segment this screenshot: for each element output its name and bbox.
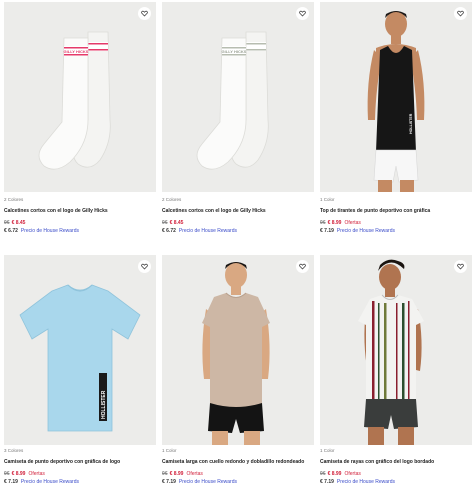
- color-count: 1 Color: [320, 448, 335, 453]
- price-row: 9€ € 8.45: [4, 220, 28, 226]
- member-price-row: € 7.19 Precio de House Rewards: [320, 228, 395, 234]
- color-count: 1 Color: [162, 448, 177, 453]
- wishlist-button[interactable]: [454, 260, 467, 273]
- original-price: 9€: [162, 220, 168, 226]
- member-price-label[interactable]: Precio de House Rewards: [179, 479, 237, 485]
- product-image-long-tee[interactable]: [162, 255, 314, 445]
- member-price-label[interactable]: Precio de House Rewards: [337, 228, 395, 234]
- heart-icon: [141, 263, 148, 270]
- original-price: 9€: [4, 220, 10, 226]
- product-image-tshirt[interactable]: HOLLISTER: [4, 255, 156, 445]
- member-price: € 6.72: [4, 228, 18, 234]
- model-long-tee-image: [162, 255, 314, 445]
- sock-logo-text: GILLY HICKS: [222, 49, 247, 54]
- product-name[interactable]: Calcetines cortos con el logo de Gilly H…: [162, 208, 266, 214]
- product-image-striped-tee[interactable]: [320, 255, 472, 445]
- original-price: 9€: [162, 471, 168, 477]
- price-row: 9€ € 8.99 Ofertas: [320, 220, 361, 226]
- model-tank-top-image: HOLLISTER: [320, 2, 472, 192]
- product-name[interactable]: Top de tirantes de punto deportivo con g…: [320, 208, 430, 214]
- sock-logo-text: GILLY HICKS: [64, 49, 89, 54]
- member-price-label[interactable]: Precio de House Rewards: [179, 228, 237, 234]
- member-price: € 7.19: [320, 479, 334, 485]
- original-price: 9€: [320, 471, 326, 477]
- heart-icon: [457, 10, 464, 17]
- wishlist-button[interactable]: [296, 7, 309, 20]
- product-name[interactable]: Camiseta de rayas con gráfico del logo b…: [320, 459, 434, 465]
- model-striped-tee-image: [320, 255, 472, 445]
- member-price-row: € 6.72 Precio de House Rewards: [162, 228, 237, 234]
- product-name[interactable]: Camiseta larga con cuello redondo y dobl…: [162, 459, 304, 465]
- member-price: € 7.19: [162, 479, 176, 485]
- sale-price: € 8.99: [327, 471, 342, 477]
- member-price: € 6.72: [162, 228, 176, 234]
- sale-price: € 8.99: [11, 471, 26, 477]
- socks-image: GILLY HICKS: [4, 2, 156, 192]
- product-image-socks-grey[interactable]: GILLY HICKS: [162, 2, 314, 192]
- original-price: 9€: [4, 471, 10, 477]
- product-image-socks-pink[interactable]: GILLY HICKS: [4, 2, 156, 192]
- sale-price: € 8.99: [327, 220, 342, 226]
- product-name[interactable]: Calcetines cortos con el logo de Gilly H…: [4, 208, 108, 214]
- member-price: € 7.19: [4, 479, 18, 485]
- color-count: 1 Color: [320, 197, 335, 202]
- tshirt-logo-text: HOLLISTER: [101, 390, 107, 419]
- offer-label[interactable]: Ofertas: [28, 471, 44, 477]
- price-row: 9€ € 8.45: [162, 220, 186, 226]
- tank-logo-text: HOLLISTER: [409, 113, 413, 134]
- heart-icon: [299, 263, 306, 270]
- heart-icon: [299, 10, 306, 17]
- wishlist-button[interactable]: [296, 260, 309, 273]
- socks-image: GILLY HICKS: [162, 2, 314, 192]
- offer-label[interactable]: Ofertas: [344, 471, 360, 477]
- offer-label[interactable]: Ofertas: [186, 471, 202, 477]
- price-row: 9€ € 8.99 Ofertas: [4, 471, 45, 477]
- sale-price: € 8.45: [169, 220, 184, 226]
- member-price-row: € 7.19 Precio de House Rewards: [4, 479, 79, 485]
- wishlist-button[interactable]: [138, 7, 151, 20]
- member-price-label[interactable]: Precio de House Rewards: [337, 479, 395, 485]
- sale-price: € 8.45: [11, 220, 26, 226]
- offer-label[interactable]: Ofertas: [344, 220, 360, 226]
- member-price-row: € 7.19 Precio de House Rewards: [320, 479, 395, 485]
- member-price-label[interactable]: Precio de House Rewards: [21, 479, 79, 485]
- price-row: 9€ € 8.99 Ofertas: [162, 471, 203, 477]
- member-price-row: € 7.19 Precio de House Rewards: [162, 479, 237, 485]
- heart-icon: [457, 263, 464, 270]
- color-count: 2 Colores: [4, 197, 24, 202]
- member-price-label[interactable]: Precio de House Rewards: [21, 228, 79, 234]
- heart-icon: [141, 10, 148, 17]
- member-price: € 7.19: [320, 228, 334, 234]
- original-price: 9€: [320, 220, 326, 226]
- wishlist-button[interactable]: [454, 7, 467, 20]
- sale-price: € 8.99: [169, 471, 184, 477]
- product-name[interactable]: Camiseta de punto deportivo con gráfica …: [4, 459, 120, 465]
- color-count: 3 Colores: [4, 448, 24, 453]
- tshirt-image: HOLLISTER: [4, 255, 156, 445]
- wishlist-button[interactable]: [138, 260, 151, 273]
- product-image-tank-top[interactable]: HOLLISTER: [320, 2, 472, 192]
- member-price-row: € 6.72 Precio de House Rewards: [4, 228, 79, 234]
- color-count: 2 Colores: [162, 197, 182, 202]
- price-row: 9€ € 8.99 Ofertas: [320, 471, 361, 477]
